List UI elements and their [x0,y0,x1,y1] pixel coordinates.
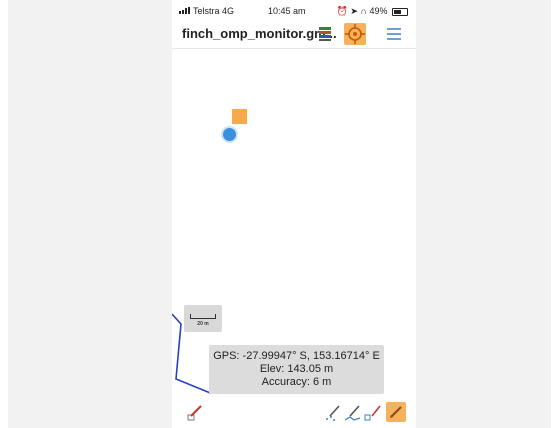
bottom-toolbar [172,394,416,428]
screen-border-left [0,0,8,428]
pencil-note-icon [187,405,202,421]
signal-icon [179,6,191,16]
freehand-draw-button[interactable] [386,402,406,422]
scale-bar: 20 m [184,305,222,332]
waypoint-marker[interactable] [232,109,247,124]
pencil-polygon-icon [364,405,381,421]
gps-info-panel: GPS: -27.99947° S, 153.16714° E Elev: 14… [209,345,384,394]
scale-label: 20 m [197,321,209,327]
battery-percent: 49% [369,6,388,16]
layers-button[interactable] [316,25,334,43]
status-indicators: ⏰ ➤ ∩ 49% [337,6,408,17]
gps-coordinates: GPS: -27.99947° S, 153.16714° E [213,350,380,362]
crosshair-icon [345,24,365,44]
status-bar: Telstra 4G 10:45 am ⏰ ➤ ∩ 49% [172,0,416,20]
carrier-label: Telstra 4G [193,6,235,16]
elevation-readout: Elev: 143.05 m [259,363,334,375]
track-line [172,313,215,394]
edit-notes-button[interactable] [186,404,204,422]
add-points-button[interactable] [324,404,342,422]
locate-button[interactable] [344,23,366,45]
page-title: finch_omp_monitor.gm... [182,26,337,41]
gps-location-dot [221,126,238,143]
phone-screen: Telstra 4G 10:45 am ⏰ ➤ ∩ 49% finch_omp_… [172,0,416,428]
map-view[interactable]: 20 m GPS: -27.99947° S, 153.16714° E Ele… [172,49,416,394]
alarm-icon: ⏰ [336,6,348,16]
headphones-icon: ∩ [360,6,367,16]
add-line-button[interactable] [344,404,362,422]
pencil-line-icon [344,405,361,421]
scale-bar-graphic [190,314,216,319]
pencil-icon [390,406,402,418]
status-time: 10:45 am [268,6,306,16]
app-header: finch_omp_monitor.gm... [172,20,416,49]
battery-icon [392,7,408,16]
pencil-points-icon [326,405,340,421]
layers-icon [319,27,331,41]
status-carrier-group: Telstra 4G [179,6,234,16]
accuracy-readout: Accuracy: 6 m [261,376,332,388]
menu-button[interactable] [386,26,402,42]
screen-border-right [551,0,559,428]
hamburger-icon [387,28,401,40]
add-polygon-button[interactable] [364,404,382,422]
location-arrow-icon: ➤ [350,6,358,16]
